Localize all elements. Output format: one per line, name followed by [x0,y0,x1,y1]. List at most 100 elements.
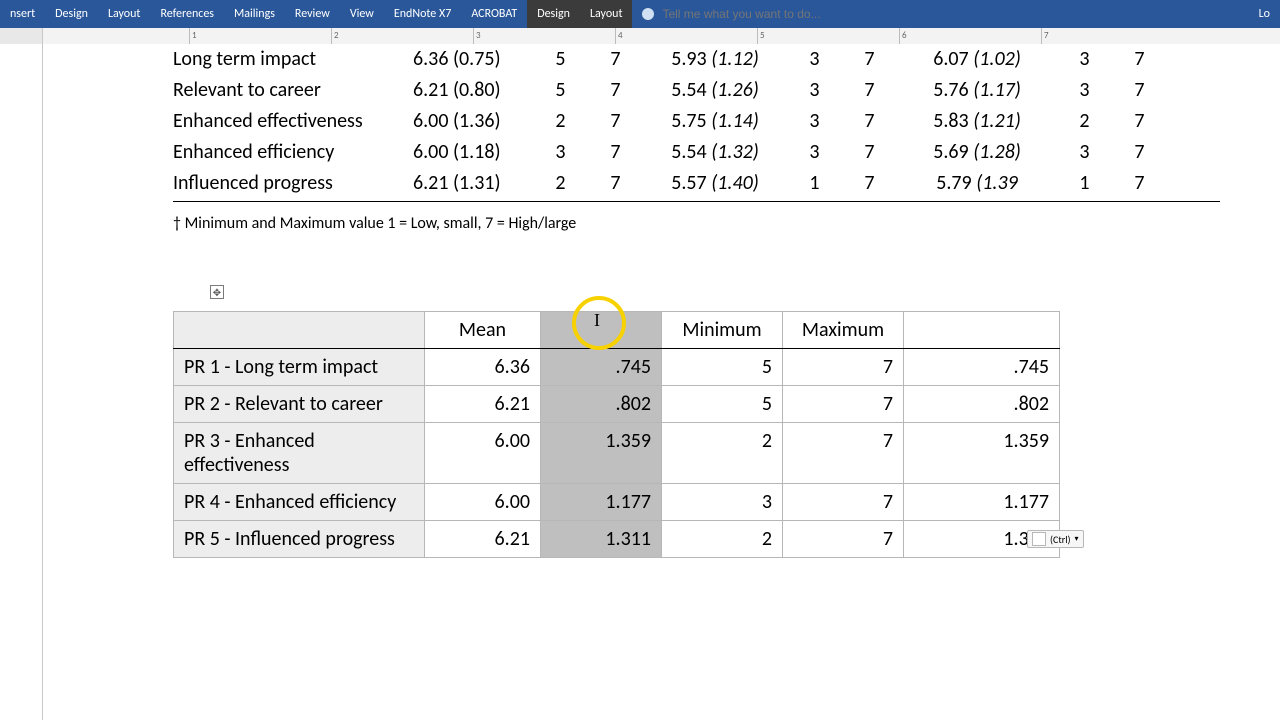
lower-statistics-table[interactable]: Mean Minimum Maximum PR 1 - Long term im… [173,311,1060,558]
chevron-down-icon: ▾ [1075,534,1079,544]
cell: 5.54 (1.26) [643,75,787,106]
paste-options-label: (Ctrl) [1050,533,1071,546]
row-label: Long term impact [173,44,413,75]
cell[interactable]: 7 [783,521,904,558]
header-cell-selected[interactable] [541,312,662,349]
tell-me-input[interactable] [660,6,864,22]
horizontal-ruler[interactable]: 1 2 3 4 5 6 7 [0,28,1280,45]
cell: 5.76 (1.17) [897,75,1057,106]
ruler-mark: 1 [189,28,197,44]
ruler-mark: 6 [899,28,907,44]
ribbon-tab[interactable]: References [150,0,224,28]
table-row: Enhanced efficiency 6.00 (1.18) 3 7 5.54… [173,137,1220,168]
row-label[interactable]: PR 3 - Enhanced effectiveness [174,423,425,484]
ruler-mark: 7 [1041,28,1049,44]
table-row: Enhanced effectiveness 6.00 (1.36) 2 7 5… [173,106,1220,137]
cell: 7 [842,106,897,137]
upper-text-table[interactable]: Long term impact 6.36 (0.75) 5 7 5.93 (1… [173,44,1220,239]
cell-selected[interactable]: .745 [541,349,662,386]
cell: 5.83 (1.21) [897,106,1057,137]
cell: 7 [1112,75,1167,106]
cell: 6.07 (1.02) [897,44,1057,75]
cell[interactable]: 6.36 [425,349,541,386]
cell[interactable]: 2 [662,423,783,484]
cell: 6.36 (0.75) [413,44,533,75]
cell: 3 [787,75,842,106]
ribbon-context-tab[interactable]: Design [527,0,580,28]
cell[interactable]: 7 [783,484,904,521]
cell: 3 [787,44,842,75]
cell[interactable]: 6.00 [425,423,541,484]
cell[interactable]: 7 [783,386,904,423]
cell[interactable]: 3 [662,484,783,521]
cell-selected[interactable]: .802 [541,386,662,423]
row-label[interactable]: PR 4 - Enhanced efficiency [174,484,425,521]
ribbon-tab[interactable]: nsert [0,0,45,28]
document-page[interactable]: Long term impact 6.36 (0.75) 5 7 5.93 (1… [43,44,1280,720]
row-label: Relevant to career [173,75,413,106]
header-cell[interactable] [904,312,1060,349]
header-cell[interactable]: Maximum [783,312,904,349]
ruler-scale: 1 2 3 4 5 6 7 [43,28,1280,44]
tell-me-box[interactable] [632,0,874,28]
cell[interactable]: .745 [904,349,1060,386]
cell-selected[interactable]: 1.311 [541,521,662,558]
cell[interactable]: 6.00 [425,484,541,521]
ribbon: nsert Design Layout References Mailings … [0,0,1280,28]
ruler-gutter [0,28,43,44]
cell[interactable]: 5 [662,349,783,386]
ribbon-tab[interactable]: ACROBAT [461,0,527,28]
cell: 7 [1112,106,1167,137]
ribbon-tab[interactable]: EndNote X7 [384,0,461,28]
cell[interactable]: .802 [904,386,1060,423]
table-move-handle[interactable]: ✥ [210,285,224,299]
cell[interactable]: 6.21 [425,521,541,558]
row-label[interactable]: PR 1 - Long term impact [174,349,425,386]
header-cell[interactable] [174,312,425,349]
header-cell[interactable]: Mean [425,312,541,349]
table-row: Relevant to career 6.21 (0.80) 5 7 5.54 … [173,75,1220,106]
vertical-ruler[interactable] [0,44,43,720]
lightbulb-icon [642,8,654,20]
header-cell[interactable]: Minimum [662,312,783,349]
cell[interactable]: 2 [662,521,783,558]
cell: 5.79 (1.39 [897,168,1057,199]
cell: 5.57 (1.40) [643,168,787,199]
cell[interactable]: 5 [662,386,783,423]
row-label[interactable]: PR 2 - Relevant to career [174,386,425,423]
cell: 3 [1057,137,1112,168]
cell[interactable]: 1.359 [904,423,1060,484]
table-row: PR 3 - Enhanced effectiveness 6.00 1.359… [174,423,1060,484]
ribbon-tab[interactable]: Mailings [224,0,285,28]
cell: 7 [842,44,897,75]
cell: 1 [1057,168,1112,199]
clipboard-icon [1032,532,1046,546]
cell: 7 [842,168,897,199]
cell-selected[interactable]: 1.359 [541,423,662,484]
ribbon-tab[interactable]: View [340,0,384,28]
cell-selected[interactable]: 1.177 [541,484,662,521]
cell: 2 [533,168,588,199]
cell: 3 [787,106,842,137]
ribbon-tab[interactable]: Layout [98,0,151,28]
ribbon-context-tab[interactable]: Layout [580,0,633,28]
cell: 5.93 (1.12) [643,44,787,75]
cell[interactable]: 7 [783,349,904,386]
cell[interactable]: 7 [783,423,904,484]
ribbon-tab[interactable]: Review [285,0,340,28]
ribbon-right: Lo [1249,0,1280,28]
ribbon-spacer [874,0,1248,28]
table-row: PR 1 - Long term impact 6.36 .745 5 7 .7… [174,349,1060,386]
cell: 3 [1057,75,1112,106]
row-label: Influenced progress [173,168,413,199]
row-label[interactable]: PR 5 - Influenced progress [174,521,425,558]
table-row: PR 2 - Relevant to career 6.21 .802 5 7 … [174,386,1060,423]
cell[interactable]: 1.177 [904,484,1060,521]
paste-options-button[interactable]: (Ctrl) ▾ [1027,530,1084,548]
cell[interactable]: 6.21 [425,386,541,423]
cell: 5 [533,75,588,106]
cell: 3 [787,137,842,168]
cell: 7 [1112,44,1167,75]
cell: 5.54 (1.32) [643,137,787,168]
ribbon-tab[interactable]: Design [45,0,98,28]
